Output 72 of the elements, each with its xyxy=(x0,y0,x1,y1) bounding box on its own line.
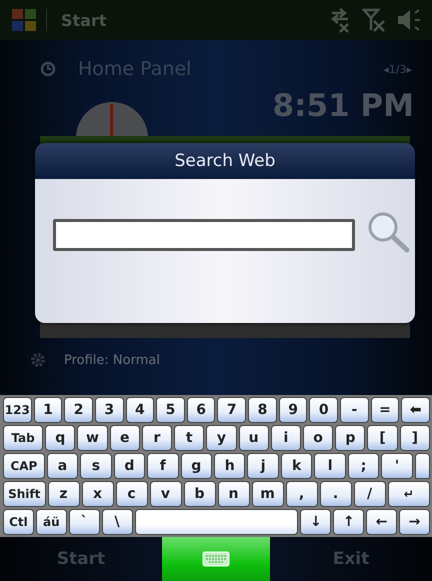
keyboard-key[interactable]: Ctl xyxy=(3,509,34,535)
keyboard-key[interactable]: - xyxy=(340,397,369,423)
keyboard-key[interactable]: Tab xyxy=(3,425,44,451)
keyboard-key[interactable]: k xyxy=(280,453,312,479)
keyboard-key[interactable]: ' xyxy=(381,453,413,479)
keyboard-key[interactable]: ] xyxy=(400,425,430,451)
keyboard-key[interactable]: n xyxy=(218,481,250,507)
keyboard-key[interactable]: = xyxy=(370,397,400,423)
keyboard-key[interactable]: d xyxy=(114,453,146,479)
keyboard-key[interactable]: 1 xyxy=(34,397,62,423)
keyboard-key[interactable]: 0 xyxy=(309,397,338,423)
keyboard-key[interactable]: t xyxy=(174,425,204,451)
keyboard-key[interactable]: 9 xyxy=(278,397,308,423)
keyboard-key[interactable]: z xyxy=(48,481,80,507)
keyboard-key[interactable]: 123 xyxy=(3,397,32,423)
keyboard-key[interactable]: \ xyxy=(102,509,133,535)
keyboard-key[interactable]: ← xyxy=(366,509,398,535)
keyboard-key[interactable]: q xyxy=(45,425,76,451)
dialog-title: Search Web xyxy=(35,143,415,179)
keyboard-icon xyxy=(202,551,230,567)
speaker-icon[interactable] xyxy=(396,7,422,33)
keyboard-key[interactable]: 8 xyxy=(248,397,277,423)
keyboard-key[interactable]: ↓ xyxy=(300,509,332,535)
keyboard-key[interactable]: c xyxy=(116,481,148,507)
keyboard-key[interactable]: ` xyxy=(68,509,100,535)
keyboard-key[interactable]: [ xyxy=(367,425,398,451)
keyboard-key[interactable]: e xyxy=(110,425,140,451)
keyboard-key[interactable]: o xyxy=(303,425,334,451)
keyboard-key[interactable]: h xyxy=(214,453,246,479)
keyboard-key[interactable]: r xyxy=(142,425,172,451)
time-display: 8:51 PM xyxy=(272,88,414,124)
keyboard-key[interactable]: p xyxy=(335,425,366,451)
keyboard-key[interactable]: áü xyxy=(36,509,67,535)
signal-off-icon[interactable] xyxy=(362,7,388,33)
space-key[interactable] xyxy=(134,509,298,535)
keyboard-key[interactable]: a xyxy=(46,453,78,479)
profile-label[interactable]: Profile: Normal xyxy=(64,352,160,368)
keyboard-key[interactable]: g xyxy=(180,453,212,479)
clock-icon xyxy=(40,61,56,77)
keyboard-key[interactable]: u xyxy=(238,425,269,451)
keyboard-key[interactable]: s xyxy=(80,453,112,479)
keyboard-key[interactable]: → xyxy=(399,509,430,535)
keyboard-key[interactable]: 4 xyxy=(126,397,154,423)
keyboard-key[interactable]: . xyxy=(320,481,352,507)
keyboard-key[interactable]: w xyxy=(77,425,108,451)
keyboard-key[interactable]: ↑ xyxy=(333,509,364,535)
search-field[interactable] xyxy=(53,219,355,251)
keyboard-key[interactable]: l xyxy=(314,453,346,479)
keyboard-key[interactable]: f xyxy=(147,453,179,479)
input-panel-button[interactable] xyxy=(162,537,270,581)
keyboard-key[interactable]: v xyxy=(150,481,182,507)
keyboard-key[interactable]: i xyxy=(270,425,301,451)
keyboard-key[interactable]: 3 xyxy=(94,397,124,423)
keyboard-key[interactable]: x xyxy=(82,481,114,507)
gear-icon xyxy=(30,352,46,368)
keyboard-key[interactable]: 5 xyxy=(156,397,185,423)
keyboard-key[interactable]: y xyxy=(206,425,237,451)
enter-key-top[interactable] xyxy=(414,453,430,479)
keyboard-key[interactable]: j xyxy=(247,453,279,479)
keyboard-key[interactable]: CAP xyxy=(3,453,45,479)
windows-logo-icon[interactable] xyxy=(10,6,38,34)
keyboard-key[interactable]: ↵ xyxy=(388,481,430,507)
keyboard-key[interactable]: / xyxy=(354,481,386,507)
keyboard-key[interactable]: 6 xyxy=(186,397,216,423)
keyboard-key[interactable]: 2 xyxy=(64,397,93,423)
keyboard-key[interactable]: Shift xyxy=(3,481,46,507)
keyboard-key[interactable]: b xyxy=(184,481,216,507)
keyboard-key[interactable]: ; xyxy=(348,453,380,479)
keyboard-key[interactable]: 7 xyxy=(217,397,246,423)
keyboard-key[interactable]: m xyxy=(252,481,284,507)
keyboard-key[interactable]: , xyxy=(286,481,318,507)
keyboard-key[interactable]: ⬅ xyxy=(401,397,430,423)
